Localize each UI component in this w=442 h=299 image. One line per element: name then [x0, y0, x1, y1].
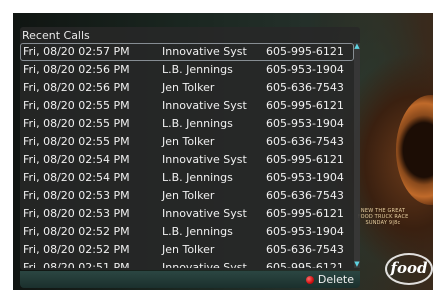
caller-phone: 605-636-7543: [266, 189, 344, 202]
caller-name: Jen Tolker: [162, 81, 215, 94]
caller-phone: 605-636-7543: [266, 135, 344, 148]
call-date: Fri, 08/20 02:56 PM: [23, 81, 130, 94]
call-date: Fri, 08/20 02:55 PM: [23, 99, 130, 112]
call-date: Fri, 08/20 02:52 PM: [23, 225, 130, 238]
caller-phone: 605-995-6121: [266, 153, 344, 166]
delete-button[interactable]: Delete: [305, 272, 354, 287]
call-date: Fri, 08/20 02:53 PM: [23, 207, 130, 220]
caller-name: Innovative Syst: [162, 261, 247, 268]
caller-name: Innovative Syst: [162, 99, 247, 112]
caller-phone: 605-995-6121: [266, 207, 344, 220]
call-date: Fri, 08/20 02:54 PM: [23, 171, 130, 184]
scroll-up-icon[interactable]: ▲: [353, 43, 361, 50]
call-row[interactable]: Fri, 08/20 02:53 PM Jen Tolker 605-636-754…: [20, 187, 354, 205]
caller-name: L.B. Jennings: [162, 225, 233, 238]
call-row[interactable]: Fri, 08/20 02:51 PM Innovative Syst 605-99…: [20, 259, 354, 268]
call-date: Fri, 08/20 02:53 PM: [23, 189, 130, 202]
caller-name: L.B. Jennings: [162, 63, 233, 76]
call-row[interactable]: Fri, 08/20 02:54 PM Innovative Syst 605-99…: [20, 151, 354, 169]
caller-name: Jen Tolker: [162, 135, 215, 148]
caller-phone: 605-953-1904: [266, 117, 344, 130]
call-date: Fri, 08/20 02:57 PM: [23, 45, 130, 58]
call-row[interactable]: Fri, 08/20 02:55 PM Jen Tolker 605-636-754…: [20, 133, 354, 151]
call-date: Fri, 08/20 02:54 PM: [23, 153, 130, 166]
panel-footer: Delete: [20, 271, 360, 288]
call-row[interactable]: Fri, 08/20 02:52 PM L.B. Jennings 605-953-…: [20, 223, 354, 241]
caller-phone: 605-953-1904: [266, 171, 344, 184]
panel-title: Recent Calls: [22, 29, 90, 42]
caller-phone: 605-953-1904: [266, 225, 344, 238]
call-date: Fri, 08/20 02:51 PM: [23, 261, 130, 268]
caller-phone: 605-995-6121: [266, 45, 344, 58]
call-row[interactable]: Fri, 08/20 02:56 PM Jen Tolker 605-636-754…: [20, 79, 354, 97]
scroll-down-icon[interactable]: ▼: [353, 261, 361, 268]
caller-phone: 605-953-1904: [266, 63, 344, 76]
scrollbar[interactable]: ▲ ▼: [354, 43, 360, 268]
caller-phone: 605-995-6121: [266, 99, 344, 112]
caller-name: L.B. Jennings: [162, 117, 233, 130]
call-row[interactable]: Fri, 08/20 02:52 PM Jen Tolker 605-636-754…: [20, 241, 354, 259]
call-list: Fri, 08/20 02:57 PM Innovative Syst 605-99…: [20, 43, 354, 268]
call-date: Fri, 08/20 02:55 PM: [23, 117, 130, 130]
call-row[interactable]: Fri, 08/20 02:56 PM L.B. Jennings 605-953-…: [20, 61, 354, 79]
caller-phone: 605-636-7543: [266, 81, 344, 94]
caller-phone: 605-636-7543: [266, 243, 344, 256]
call-row[interactable]: Fri, 08/20 02:57 PM Innovative Syst 605-99…: [20, 43, 354, 61]
background-sign-text: NEW THE GREAT FOOD TRUCK RACE SUNDAY 9|8…: [357, 208, 409, 226]
red-button-icon: [305, 276, 314, 284]
caller-name: Innovative Syst: [162, 207, 247, 220]
call-row[interactable]: Fri, 08/20 02:53 PM Innovative Syst 605-99…: [20, 205, 354, 223]
call-date: Fri, 08/20 02:56 PM: [23, 63, 130, 76]
call-date: Fri, 08/20 02:52 PM: [23, 243, 130, 256]
caller-name: Innovative Syst: [162, 153, 247, 166]
call-row[interactable]: Fri, 08/20 02:55 PM L.B. Jennings 605-953-…: [20, 115, 354, 133]
call-row[interactable]: Fri, 08/20 02:55 PM Innovative Syst 605-99…: [20, 97, 354, 115]
recent-calls-panel: Recent Calls Fri, 08/20 02:57 PM Innovati…: [20, 27, 360, 270]
call-row[interactable]: Fri, 08/20 02:54 PM L.B. Jennings 605-953-…: [20, 169, 354, 187]
caller-name: L.B. Jennings: [162, 171, 233, 184]
caller-name: Jen Tolker: [162, 189, 215, 202]
caller-name: Innovative Syst: [162, 45, 247, 58]
caller-phone: 605-995-6121: [266, 261, 344, 268]
channel-logo: food: [385, 253, 433, 285]
caller-name: Jen Tolker: [162, 243, 215, 256]
call-date: Fri, 08/20 02:55 PM: [23, 135, 130, 148]
delete-label: Delete: [317, 273, 354, 286]
